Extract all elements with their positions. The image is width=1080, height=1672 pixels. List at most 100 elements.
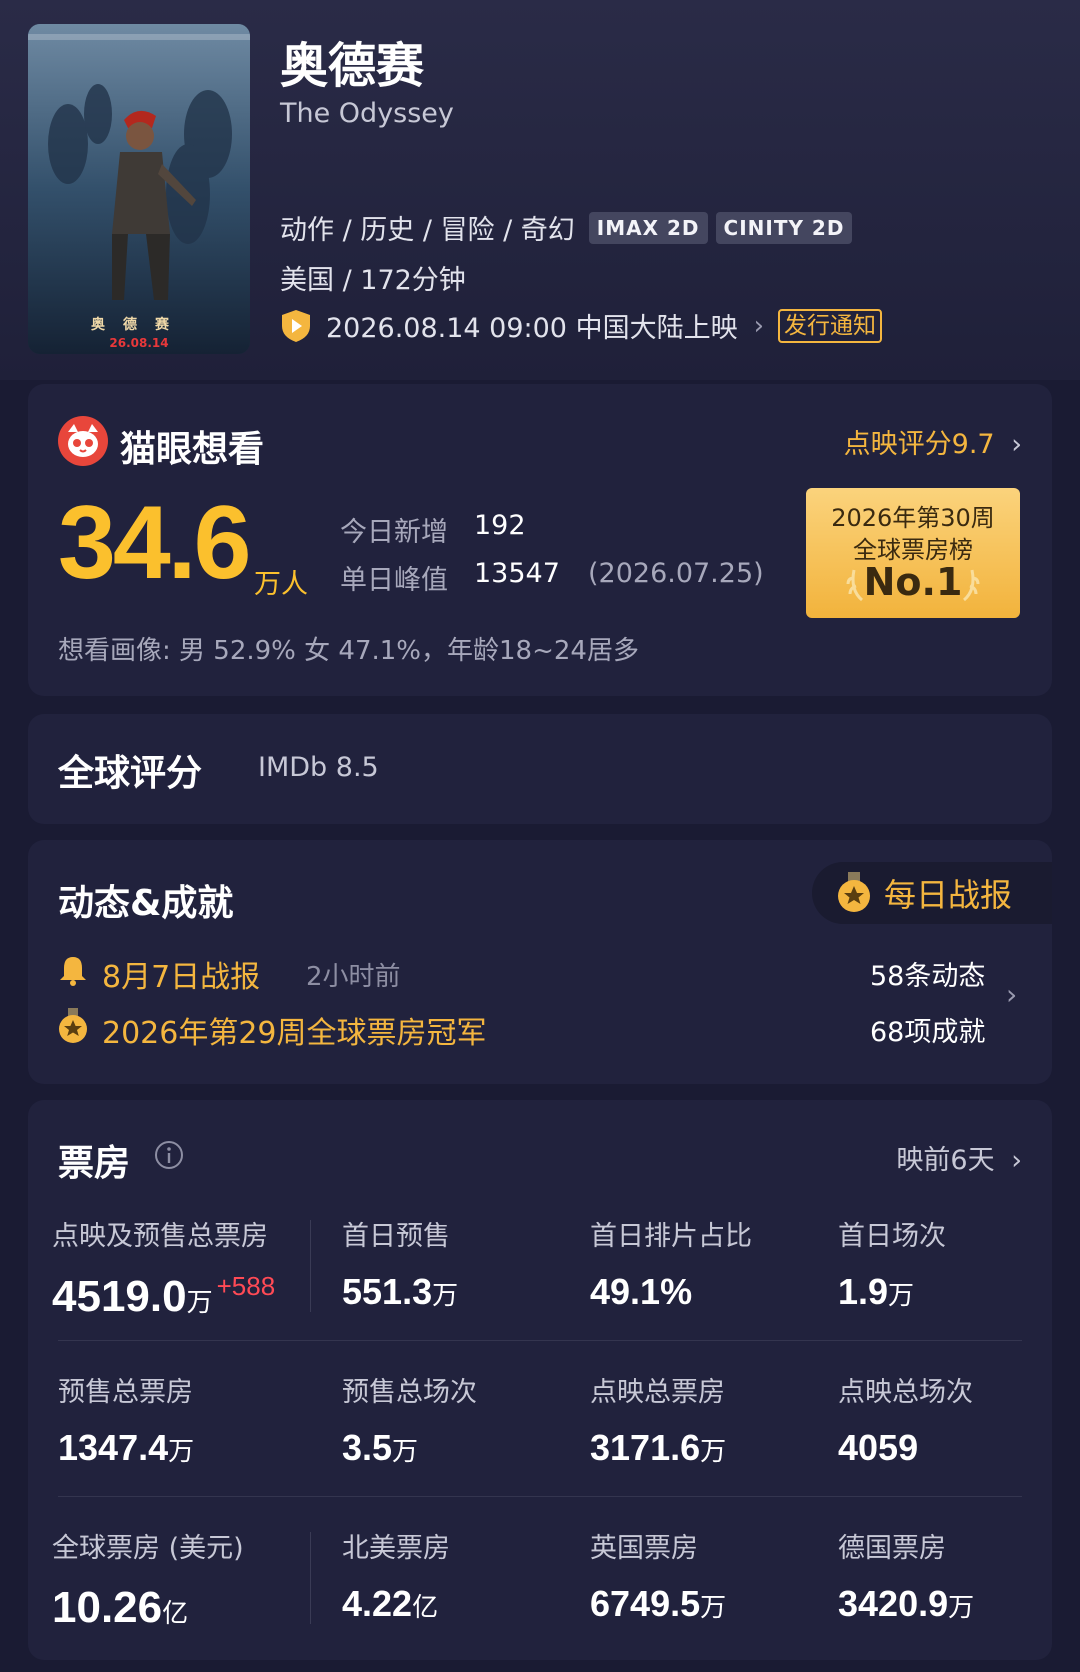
chevron-right-icon[interactable]: ›	[1006, 978, 1017, 1011]
stat-unit: 亿	[162, 1599, 189, 1629]
dynamic-count[interactable]: 58条动态	[870, 954, 985, 993]
peak-value: 13547	[474, 558, 560, 589]
stat-value: 6749.5	[590, 1583, 701, 1624]
imdb-score: IMDb 8.5	[258, 752, 379, 783]
rank-badge[interactable]: 2026年第30周 全球票房榜 No.1	[806, 488, 1020, 618]
poster-date: 26.08.14	[109, 336, 169, 350]
medal-icon	[838, 872, 870, 912]
stat-presale-shows: 预售总场次 3.5万	[342, 1370, 477, 1469]
stat-unit: 万	[888, 1281, 915, 1311]
daily-report-label: 每日战报	[884, 876, 1013, 914]
days-before-link[interactable]: 映前6天 ›	[896, 1138, 1022, 1177]
movie-title-en: The Odyssey	[280, 98, 454, 129]
achievement-count[interactable]: 68项成就	[870, 1010, 985, 1049]
stat-value: 1.9	[838, 1271, 889, 1312]
chevron-right-icon: ›	[1011, 429, 1022, 460]
preview-score: 点映评分9.7	[843, 429, 995, 460]
genres-row: 动作 / 历史 / 冒险 / 奇幻 IMAX 2D CINITY 2D	[280, 208, 853, 247]
poster-artwork	[28, 24, 250, 354]
divider	[58, 1340, 1022, 1341]
stat-label: 德国票房	[838, 1533, 946, 1564]
audience-portrait: 想看画像: 男 52.9% 女 47.1%，年龄18~24居多	[58, 636, 639, 666]
peak-date: (2026.07.25)	[588, 558, 764, 589]
release-row[interactable]: 2026.08.14 09:00 中国大陆上映 › 发行通知	[280, 306, 882, 345]
stat-label: 首日排片占比	[590, 1221, 752, 1252]
stat-delta: +588	[216, 1271, 276, 1301]
rank-week: 2026年第30周	[831, 504, 995, 532]
shield-play-icon	[282, 309, 310, 342]
stat-label: 首日预售	[342, 1221, 450, 1252]
stat-first-day-presale: 首日预售 551.3万	[342, 1214, 458, 1313]
format-tag-imax: IMAX 2D	[588, 211, 708, 244]
stat-preview-total: 点映总票房 3171.6万	[590, 1370, 726, 1469]
poster-title: 奥德赛	[91, 317, 187, 333]
stat-value: 4519.0	[52, 1272, 187, 1321]
news-report-link[interactable]: 8月7日战报	[102, 952, 260, 996]
dynamics-title: 动态&成就	[58, 883, 234, 924]
global-rating-title: 全球评分	[58, 753, 203, 794]
stat-preview-shows: 点映总场次 4059	[838, 1370, 973, 1469]
release-notice-badge[interactable]: 发行通知	[777, 308, 882, 343]
genres: 动作 / 历史 / 冒险 / 奇幻	[280, 215, 575, 246]
peak-label: 单日峰值	[340, 565, 448, 596]
stat-germany: 德国票房 3420.9万	[838, 1526, 974, 1625]
stat-value: 4059	[838, 1427, 919, 1468]
stat-global-box-office[interactable]: 全球票房 (美元) 10.26亿	[52, 1526, 244, 1633]
chevron-right-icon: ›	[753, 310, 764, 341]
medal-icon	[59, 1008, 87, 1043]
days-before: 映前6天	[896, 1145, 995, 1176]
today-label: 今日新增	[340, 517, 448, 548]
stat-unit: 万	[432, 1281, 459, 1311]
stat-unit: 亿	[412, 1593, 439, 1623]
stat-value: 3171.6	[590, 1427, 701, 1468]
stat-label: 点映总场次	[838, 1377, 973, 1408]
stat-label: 全球票房 (美元)	[52, 1533, 244, 1564]
stat-unit: 万	[700, 1593, 727, 1623]
stat-label: 北美票房	[342, 1533, 450, 1564]
stat-unit: 万	[392, 1437, 419, 1467]
stat-label: 英国票房	[590, 1533, 698, 1564]
stat-first-day-share: 首日排片占比 49.1%	[590, 1214, 752, 1313]
preview-score-link[interactable]: 点映评分9.7 ›	[844, 422, 1022, 461]
country-duration: 美国 / 172分钟	[280, 265, 466, 296]
daily-report-button[interactable]: 每日战报	[812, 862, 1052, 924]
stat-value: 49.1%	[590, 1271, 693, 1312]
want-unit: 万人	[254, 569, 308, 600]
movie-poster[interactable]: 奥德赛 26.08.14	[28, 24, 250, 354]
divider	[58, 1496, 1022, 1497]
box-office-card: 票房 映前6天 › 点映及预售总票房 4519.0万+588 首日预售 551.…	[28, 1100, 1052, 1660]
laurel-right-icon	[962, 569, 980, 602]
stat-value: 551.3	[342, 1271, 433, 1312]
maoyan-cat-icon	[58, 416, 108, 466]
divider	[310, 1220, 311, 1312]
box-office-title: 票房	[58, 1143, 131, 1184]
global-rating-card: 全球评分 IMDb 8.5	[28, 714, 1052, 824]
stat-unit: 万	[186, 1288, 213, 1318]
movie-title: 奥德赛	[280, 38, 425, 94]
chevron-right-icon: ›	[1011, 1145, 1022, 1176]
stat-unit: 万	[948, 1593, 975, 1623]
divider	[310, 1532, 311, 1624]
stat-unit: 万	[700, 1437, 727, 1467]
stat-label: 点映及预售总票房	[52, 1221, 268, 1252]
achievement-link[interactable]: 2026年第29周全球票房冠军	[102, 1008, 487, 1052]
stat-label: 首日场次	[838, 1221, 946, 1252]
stat-value: 3.5	[342, 1427, 393, 1468]
want-card: 猫眼想看 点映评分9.7 › 34.6 万人 今日新增 192 单日峰值 135…	[28, 384, 1052, 696]
stat-total-presale[interactable]: 点映及预售总票房 4519.0万+588	[52, 1214, 275, 1322]
news-report-time: 2小时前	[306, 962, 401, 992]
stat-presale-total: 预售总票房 1347.4万	[58, 1370, 194, 1469]
want-title: 猫眼想看	[120, 429, 265, 470]
info-icon[interactable]	[154, 1140, 184, 1170]
stat-unit: 万	[168, 1437, 195, 1467]
dynamics-card: 动态&成就 每日战报 8月7日战报 2小时前 2026年第29周全球票房冠军 5…	[28, 840, 1052, 1084]
format-tag-cinity: CINITY 2D	[715, 211, 853, 244]
stat-value: 1347.4	[58, 1427, 169, 1468]
stat-label: 预售总场次	[342, 1377, 477, 1408]
today-value: 192	[474, 510, 526, 541]
stat-uk: 英国票房 6749.5万	[590, 1526, 726, 1625]
want-count: 34.6	[58, 485, 251, 601]
rank-number: No.1	[863, 560, 963, 604]
stat-first-day-shows: 首日场次 1.9万	[838, 1214, 946, 1313]
stat-label: 预售总票房	[58, 1377, 193, 1408]
